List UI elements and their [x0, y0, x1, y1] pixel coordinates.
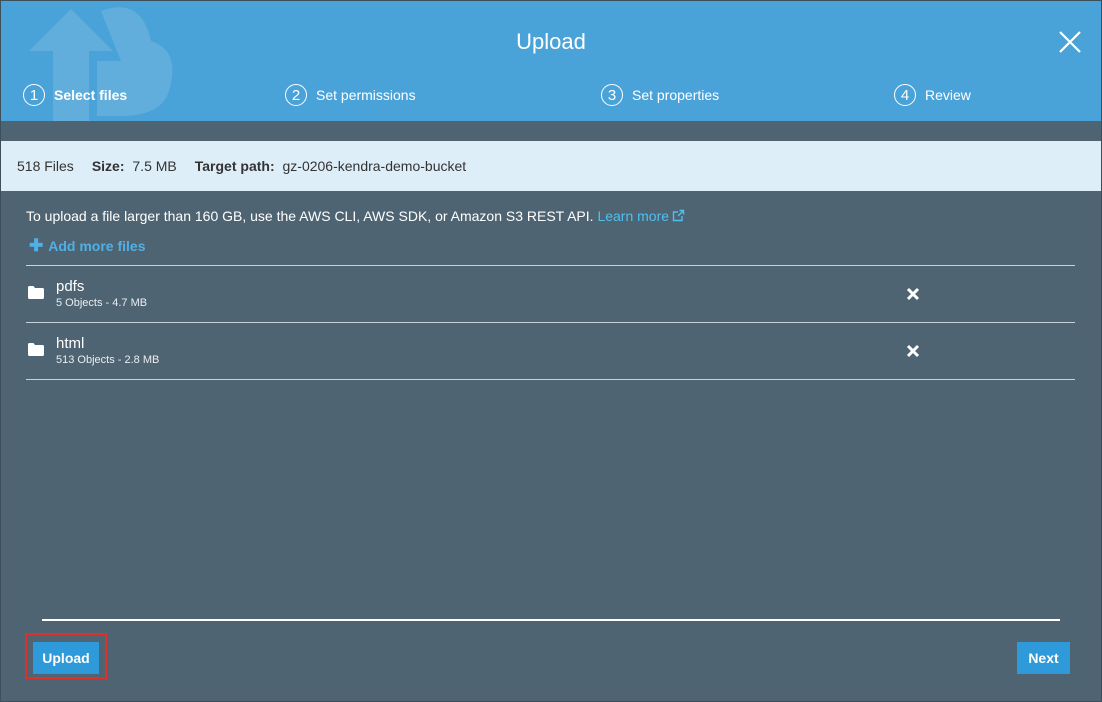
- step-number: 4: [894, 84, 916, 106]
- target-path: gz-0206-kendra-demo-bucket: [282, 158, 467, 174]
- step-set-permissions[interactable]: 2 Set permissions: [285, 81, 416, 109]
- notice-text: To upload a file larger than 160 GB, use…: [26, 208, 594, 224]
- list-item: html 513 Objects - 2.8 MB: [26, 322, 1075, 380]
- file-list: pdfs 5 Objects - 4.7 MB html 513 Objects…: [26, 265, 1075, 380]
- size-label: Size:: [91, 158, 125, 174]
- add-more-label: Add more files: [48, 238, 146, 254]
- target-label: Target path:: [194, 158, 275, 174]
- step-number: 1: [23, 84, 45, 106]
- upload-button[interactable]: Upload: [33, 642, 99, 674]
- step-label: Set properties: [632, 87, 720, 103]
- folder-icon: [28, 343, 44, 356]
- size-info: Size: 7.5 MB: [92, 158, 177, 174]
- folder-icon: [28, 286, 44, 299]
- upload-dialog: Upload 1 Select files 2 Set permissions …: [0, 0, 1102, 702]
- step-review[interactable]: 4 Review: [894, 81, 971, 109]
- add-more-files-button[interactable]: ✚ Add more files: [29, 236, 146, 256]
- item-meta: 513 Objects - 2.8 MB: [56, 354, 160, 366]
- dialog-header: Upload 1 Select files 2 Set permissions …: [1, 1, 1101, 121]
- step-label: Set permissions: [316, 87, 416, 103]
- item-name: html: [56, 335, 85, 352]
- next-button[interactable]: Next: [1017, 642, 1070, 674]
- item-name: pdfs: [56, 278, 85, 295]
- footer-divider: [42, 619, 1060, 621]
- step-set-properties[interactable]: 3 Set properties: [601, 81, 719, 109]
- file-count: 518 Files: [17, 158, 74, 174]
- step-number: 3: [601, 84, 623, 106]
- size-value: 7.5 MB: [132, 158, 177, 174]
- size-notice: To upload a file larger than 160 GB, use…: [26, 208, 685, 224]
- list-item: pdfs 5 Objects - 4.7 MB: [26, 265, 1075, 322]
- step-label: Select files: [54, 87, 128, 103]
- remove-icon[interactable]: [906, 344, 920, 358]
- upload-summary: 518 Files Size: 7.5 MB Target path: gz-0…: [1, 141, 1101, 191]
- remove-icon[interactable]: [906, 287, 920, 301]
- target-info: Target path: gz-0206-kendra-demo-bucket: [195, 158, 466, 174]
- step-label: Review: [925, 87, 971, 103]
- step-select-files[interactable]: 1 Select files: [23, 81, 127, 109]
- external-link-icon: [672, 209, 685, 222]
- dialog-title: Upload: [516, 29, 586, 54]
- learn-more-link[interactable]: Learn more: [597, 208, 685, 224]
- plus-icon: ✚: [29, 236, 44, 255]
- step-number: 2: [285, 84, 307, 106]
- close-icon[interactable]: [1057, 29, 1083, 55]
- learn-more-label: Learn more: [597, 208, 670, 224]
- item-meta: 5 Objects - 4.7 MB: [56, 297, 148, 309]
- wizard-steps: 1 Select files 2 Set permissions 3 Set p…: [1, 81, 1101, 111]
